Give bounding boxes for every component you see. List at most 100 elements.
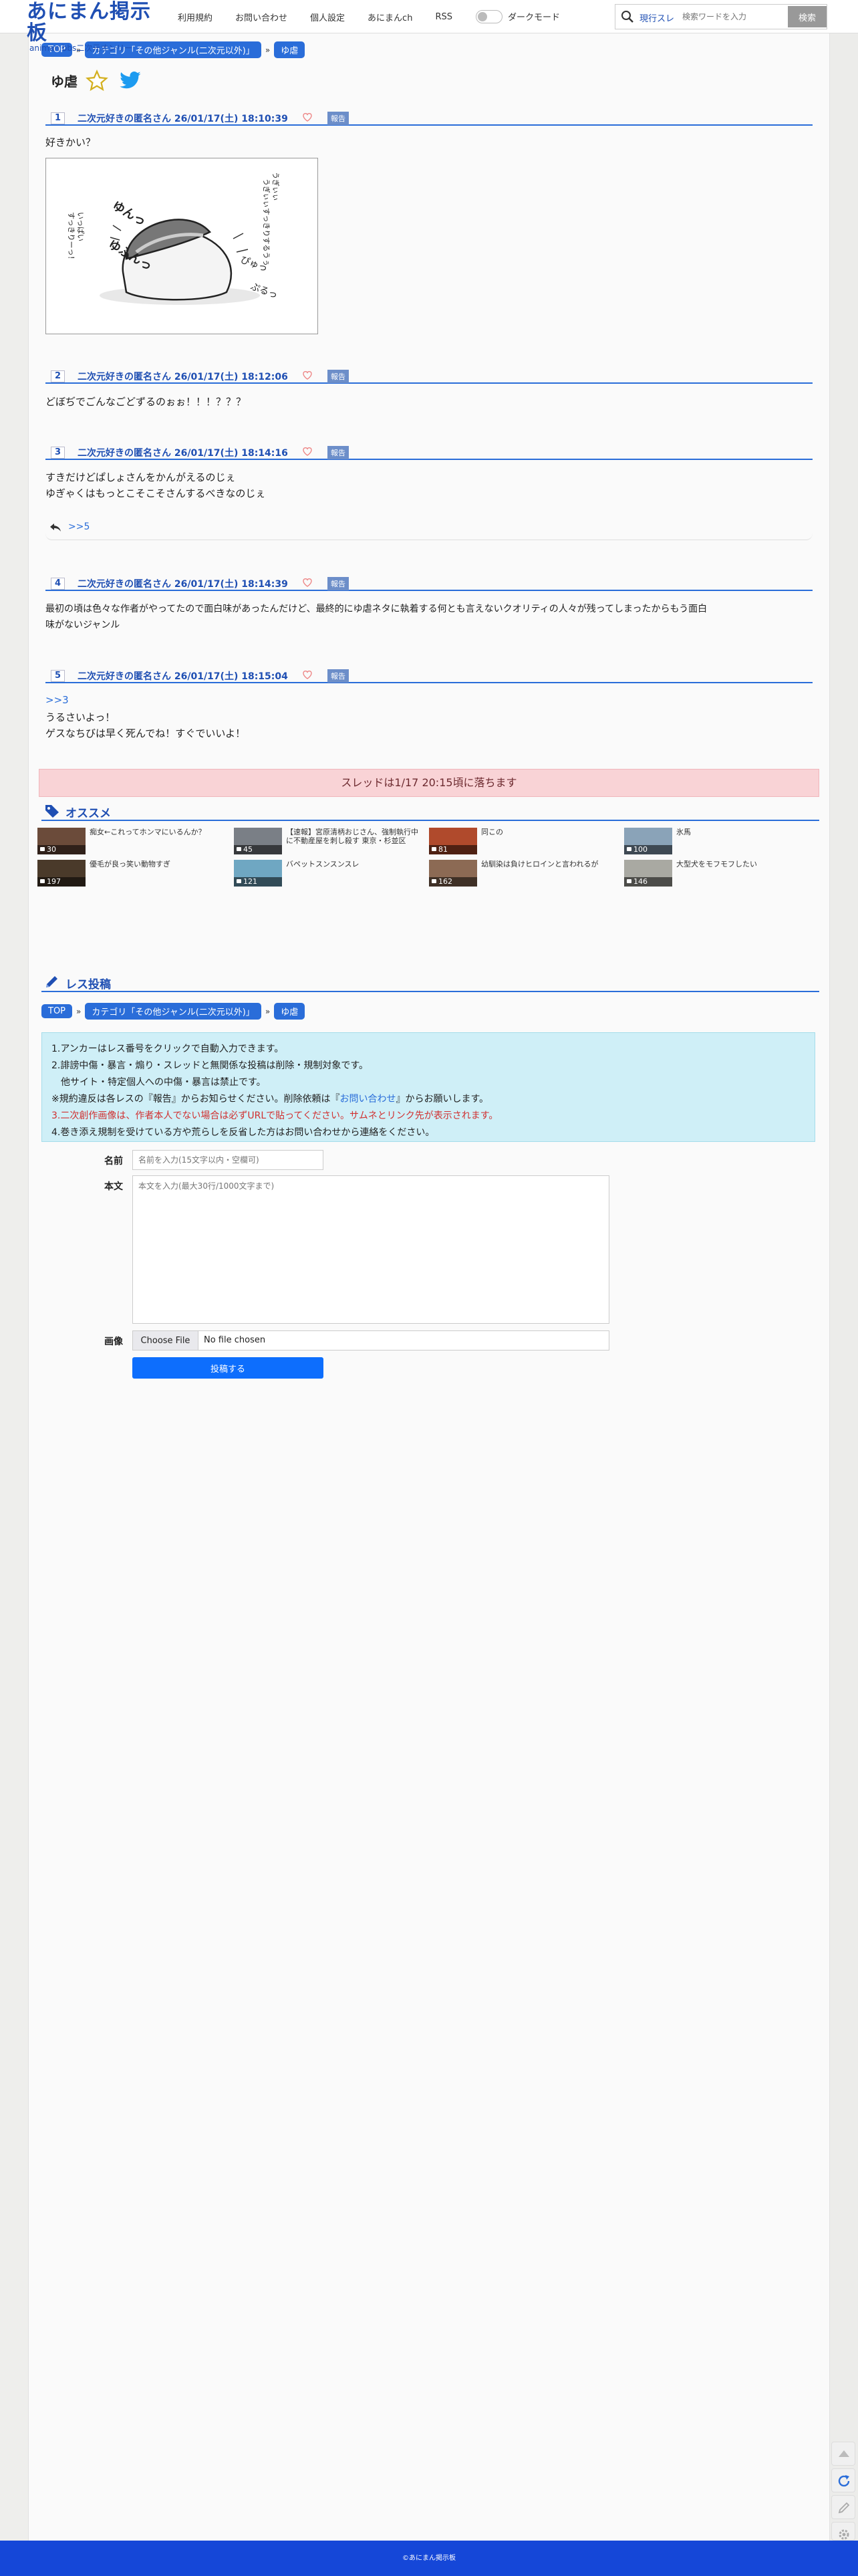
res-number[interactable]: 5	[51, 670, 65, 682]
star-icon[interactable]	[86, 70, 108, 92]
dark-mode-toggle[interactable]	[476, 10, 503, 23]
poster-name: 二次元好きの匿名さん	[78, 114, 171, 124]
arrow-up-icon	[839, 2450, 849, 2457]
nav-rss[interactable]: RSS	[435, 12, 452, 22]
reply-anchor-link[interactable]: >>5	[68, 521, 90, 532]
poster-name: 二次元好きの匿名さん	[78, 671, 171, 682]
body-label: 本文	[104, 1181, 123, 1192]
nav-contact[interactable]: お問い合わせ	[235, 11, 287, 23]
post-body-line: すきだけどぱしょさんをかんがえるのじぇ	[45, 471, 236, 483]
posting-rules: 1.アンカーはレス番号をクリックで自動入力できます。 2.誹謗中傷・暴言・煽り・…	[41, 1032, 815, 1142]
heart-icon[interactable]	[302, 669, 313, 680]
breadcrumb-thread[interactable]: ゆ虐	[274, 1003, 305, 1020]
write-button[interactable]	[831, 2495, 855, 2519]
breadcrumb-top[interactable]: TOP	[41, 1004, 73, 1018]
site-header: あにまん掲示板 animan bbs二次元オンリー 利用規約 お問い合わせ 個人…	[0, 0, 858, 53]
rule-line: 1.アンカーはレス番号をクリックで自動入力できます。	[51, 1044, 284, 1054]
scroll-top-button[interactable]	[831, 2442, 855, 2466]
recommend-header: オススメ	[41, 802, 819, 821]
res-number[interactable]: 2	[51, 370, 65, 382]
submit-post-button[interactable]: 投稿する	[132, 1357, 323, 1379]
recommend-thumbnail: 121	[234, 860, 282, 887]
recommend-item[interactable]: 197 優毛が良っ笑い動物すぎ	[37, 860, 231, 887]
reply-arrow-icon	[50, 523, 61, 532]
recommend-item[interactable]: 30 痴女←これってホンマにいるんか？	[37, 828, 231, 854]
post-date: 26/01/17(土) 18:14:39	[174, 579, 288, 590]
breadcrumb-category[interactable]: カテゴリ「その他ジャンル(二次元以外)」	[85, 1003, 261, 1020]
settings-button[interactable]	[831, 2522, 855, 2541]
search-input[interactable]	[682, 9, 782, 25]
breadcrumb: TOP » カテゴリ「その他ジャンル(二次元以外)」 » ゆ虐	[41, 1003, 305, 1020]
rule-text-red: 3.二次創作画像は、	[51, 1110, 136, 1121]
post-body-line: 最初の頃は色々な作者がやってたので面白味があったんだけど、最終的にゆ虐ネタに執着…	[45, 604, 708, 614]
breadcrumb-separator: »	[265, 45, 271, 55]
res-number[interactable]: 3	[51, 447, 65, 459]
rule-text-red: 作者本人でない場合は必ずURLで貼ってください。	[135, 1110, 350, 1121]
search-scope[interactable]: 現行スレ	[639, 11, 674, 24]
nav-personal-settings[interactable]: 個人設定	[310, 11, 345, 23]
image-file-input: Choose File No file chosen	[132, 1330, 609, 1351]
search-box: 現行スレ 検索	[615, 4, 827, 29]
site-logo[interactable]: あにまん掲示板 animan bbs二次元オンリー	[27, 1, 167, 53]
rule-text: ※規約違反は各レスの『報告』からお知らせください。削除依頼は『	[51, 1094, 340, 1104]
logo-main-text: あにまん掲示板	[27, 0, 151, 45]
post-date: 26/01/17(土) 18:14:16	[174, 448, 288, 459]
recommend-thumbnail: 81	[429, 828, 477, 854]
post-image[interactable]: いっぱい すっきりーっ！ うぎぃぃ うぎぃぃすっきりするうぅ ゆんっ ゆふんっ …	[45, 158, 318, 334]
recommend-item[interactable]: 81 同この	[429, 828, 623, 854]
name-field[interactable]	[132, 1150, 323, 1170]
recommend-item[interactable]: 162 幼馴染は負けヒロインと言われるが	[429, 860, 623, 887]
search-button[interactable]: 検索	[788, 6, 827, 27]
poster-info: 二次元好きの匿名さん 26/01/17(土) 18:15:04	[78, 669, 288, 683]
post-date: 26/01/17(土) 18:10:39	[174, 114, 288, 124]
report-button[interactable]: 報告	[327, 577, 349, 590]
post-header-2: 2 二次元好きの匿名さん 26/01/17(土) 18:12:06 報告	[45, 368, 813, 384]
main-nav: 利用規約 お問い合わせ 個人設定 あにまんch RSS	[178, 0, 475, 33]
heart-icon[interactable]	[302, 370, 313, 380]
gear-icon	[839, 2529, 849, 2540]
post-anchor-link[interactable]: >>3	[45, 694, 69, 706]
dark-mode-label: ダークモード	[508, 13, 561, 23]
post-date: 26/01/17(土) 18:15:04	[174, 671, 288, 682]
post-header-1: 1 二次元好きの匿名さん 26/01/17(土) 18:10:39 報告	[45, 110, 813, 126]
twitter-icon[interactable]	[119, 71, 142, 91]
recommend-item[interactable]: 146 大型犬をモフモフしたい	[624, 860, 818, 887]
illustration-text-left2: すっきりーっ！	[67, 212, 76, 263]
body-field[interactable]	[132, 1175, 609, 1324]
post-body-line: どぼぢでごんなごどずるのぉぉ！！！？？？	[45, 396, 247, 408]
nav-animanch[interactable]: あにまんch	[368, 11, 412, 23]
res-number[interactable]: 1	[51, 112, 65, 124]
post-header-4: 4 二次元好きの匿名さん 26/01/17(土) 18:14:39 報告	[45, 575, 813, 591]
page-gutter	[830, 0, 858, 2541]
res-number[interactable]: 4	[51, 578, 65, 590]
comment-count: 81	[429, 845, 477, 854]
breadcrumb-separator: »	[76, 1006, 82, 1016]
choose-file-button[interactable]: Choose File	[133, 1331, 198, 1350]
reload-button[interactable]	[831, 2468, 855, 2492]
breadcrumb-thread[interactable]: ゆ虐	[274, 41, 305, 58]
heart-icon[interactable]	[302, 577, 313, 588]
recommend-item[interactable]: 100 氷馬	[624, 828, 818, 854]
report-button[interactable]: 報告	[327, 446, 349, 459]
recommend-title-text: バペットスンスンスレ	[286, 860, 360, 868]
recommend-item[interactable]: 45 【速報】宮原清柄おじさん、強制執行中に不動産屋を刺し殺す 東京・杉並区	[234, 828, 428, 854]
pencil-icon	[46, 976, 57, 987]
report-button[interactable]: 報告	[327, 669, 349, 683]
recommend-title-text: 氷馬	[676, 828, 691, 836]
recommend-item[interactable]: 121 バペットスンスンスレ	[234, 860, 428, 887]
contact-link[interactable]: お問い合わせ	[339, 1094, 396, 1104]
heart-icon[interactable]	[302, 446, 313, 457]
recommend-thumbnail: 197	[37, 860, 86, 887]
rule-text: 』からお願いします。	[396, 1094, 489, 1104]
post-body-line: 好きかい？	[45, 136, 96, 148]
recommend-thumbnail: 100	[624, 828, 672, 854]
heart-icon[interactable]	[302, 112, 313, 122]
file-status: No file chosen	[204, 1335, 266, 1345]
nav-terms[interactable]: 利用規約	[178, 11, 212, 23]
rule-line: 4.巻き添え規制を受けている方や荒らしを反省した方はお問い合わせから連絡をくださ…	[51, 1127, 435, 1138]
report-button[interactable]: 報告	[327, 370, 349, 383]
rule-line: 3.二次創作画像は、作者本人でない場合は必ずURLで貼ってください。サムネとリン…	[51, 1108, 805, 1125]
poster-info: 二次元好きの匿名さん 26/01/17(土) 18:12:06	[78, 370, 288, 383]
page-title: ゆ虐	[51, 74, 78, 90]
report-button[interactable]: 報告	[327, 112, 349, 125]
